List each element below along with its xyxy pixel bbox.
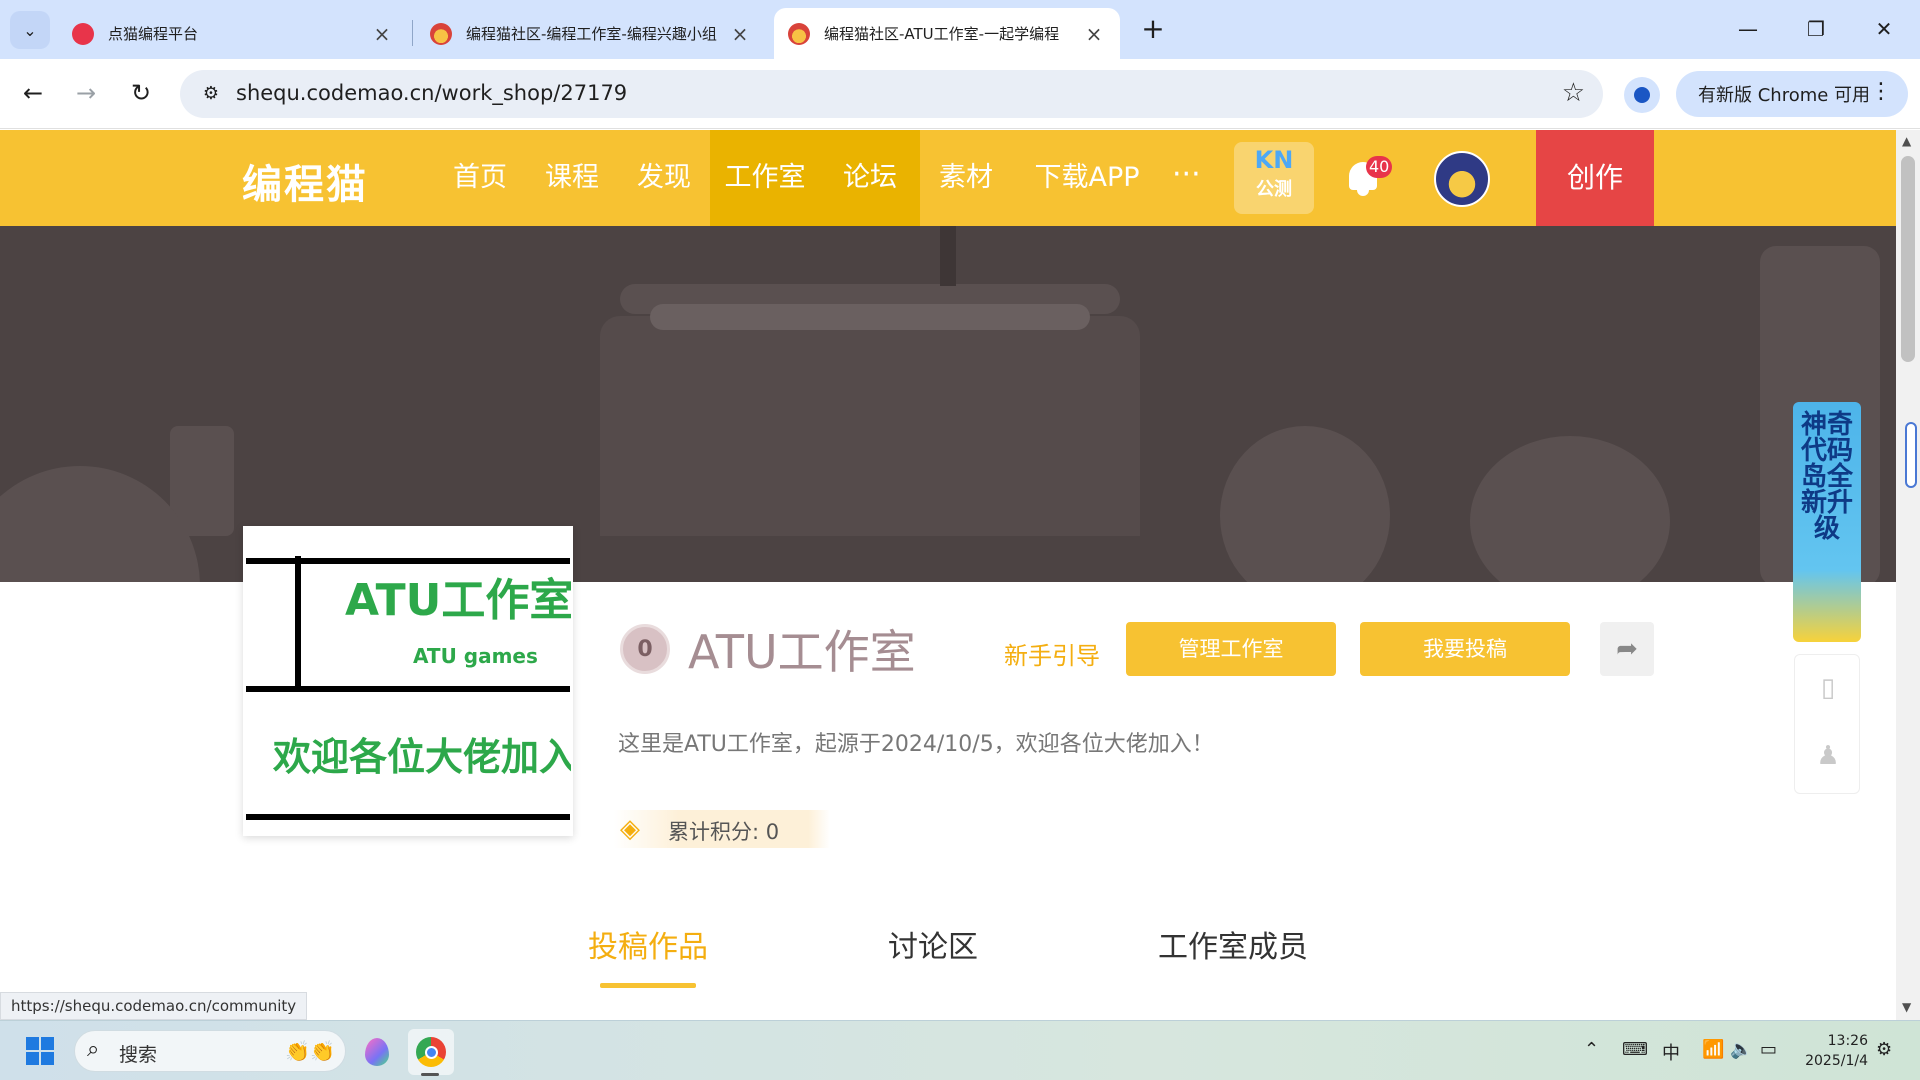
nav-download-app[interactable]: 下载APP — [1022, 130, 1152, 226]
user-avatar[interactable] — [1434, 151, 1490, 207]
minimize-window-icon[interactable]: — — [1718, 8, 1778, 50]
cover-subtitle: ATU games — [413, 644, 538, 668]
tab-discussion[interactable]: 讨论区 — [888, 922, 978, 966]
search-highlight-hands-icon: 👏👏 — [285, 1039, 335, 1063]
close-window-icon[interactable]: ✕ — [1854, 8, 1914, 50]
create-button[interactable]: 创作 — [1536, 130, 1654, 226]
taskbar-clock[interactable]: 13:26 2025/1/4 — [1786, 1031, 1868, 1071]
kn-beta-label: 公测 — [1256, 179, 1292, 200]
ime-mode-indicator[interactable]: 中 — [1662, 1039, 1680, 1065]
nav-courses[interactable]: 课程 — [528, 130, 616, 226]
browser-tab-strip: ⌄ 点猫编程平台 × 编程猫社区-编程工作室-编程兴趣小组 × 编程猫社区-AT… — [0, 0, 1920, 59]
taskbar-search-placeholder: 搜索 — [119, 1044, 158, 1066]
cover-title: ATU工作室 — [345, 575, 571, 626]
nav-more-ellipsis-icon[interactable]: ··· — [1172, 130, 1201, 220]
studio-description: 这里是ATU工作室，起源于2024/10/5，欢迎各位大佬加入！ — [618, 732, 1214, 757]
taskbar-chrome-icon[interactable] — [408, 1029, 454, 1075]
keyboard-icon[interactable]: ⌨ — [1622, 1039, 1648, 1060]
codemao-logo[interactable]: 编程猫 — [242, 152, 368, 210]
close-tab-icon[interactable]: × — [1082, 22, 1106, 46]
update-chip-label: 有新版 Chrome 可用 — [1698, 85, 1871, 106]
address-bar[interactable]: ⚙ shequ.codemao.cn/work_shop/27179 ☆ — [180, 70, 1603, 118]
active-app-indicator — [421, 1073, 439, 1076]
mobile-phone-icon[interactable]: ▯ — [1810, 670, 1846, 706]
browser-tab-3-active[interactable]: 编程猫社区-ATU工作室-一起学编程 × — [774, 8, 1120, 59]
score-label: 累计积分: 0 — [668, 820, 780, 844]
battery-icon[interactable]: ▭ — [1760, 1039, 1777, 1060]
wifi-icon[interactable]: 📶 — [1702, 1039, 1724, 1060]
close-tab-icon[interactable]: × — [370, 22, 394, 46]
restore-window-icon[interactable]: ❐ — [1786, 8, 1846, 50]
qq-penguin-icon[interactable]: ♟ — [1810, 738, 1846, 774]
forward-arrow-icon[interactable]: → — [66, 73, 106, 113]
profile-avatar-icon[interactable] — [1624, 77, 1660, 113]
tab-search-chevron-icon[interactable]: ⌄ — [10, 11, 50, 49]
tab-submitted-works[interactable]: 投稿作品 — [588, 922, 708, 966]
windows-taskbar: ⌕ 搜索 👏👏 ⌃ ⌨ 中 📶 🔈 ▭ 13:26 2025/1/4 ⚙ — [0, 1020, 1920, 1080]
taskbar-app-drop-icon[interactable] — [354, 1029, 400, 1075]
browser-tab-title: 点猫编程平台 — [108, 25, 199, 43]
submit-work-button[interactable]: 我要投稿 — [1360, 622, 1570, 676]
studio-name: ATU工作室 — [688, 625, 916, 679]
url-text[interactable]: shequ.codemao.cn/work_shop/27179 — [236, 81, 627, 105]
scrollbar-thumb[interactable] — [1901, 156, 1915, 362]
banner-decoration — [600, 316, 1140, 536]
nav-studio[interactable]: 工作室 — [710, 130, 820, 226]
banner-decoration — [1220, 426, 1390, 582]
banner-decoration — [650, 304, 1090, 330]
nav-materials[interactable]: 素材 — [920, 130, 1012, 226]
page-viewport: 编程猫 首页 课程 发现 工作室 论坛 素材 下载APP ··· KN 公测 4… — [0, 130, 1896, 1020]
bookmark-star-icon[interactable]: ☆ — [1562, 78, 1585, 108]
studio-level-badge-icon: 0 — [620, 624, 670, 674]
share-arrow-icon[interactable]: ➦ — [1600, 622, 1654, 676]
page-scrollbar[interactable]: ▲ ▼ — [1896, 130, 1920, 1020]
scroll-up-arrow-icon[interactable]: ▲ — [1902, 134, 1911, 148]
reload-icon[interactable]: ↻ — [121, 73, 161, 113]
studio-cover-image: ATU工作室 ATU games 欢迎各位大佬加入 — [243, 526, 573, 836]
diamond-icon: ◈ — [620, 814, 640, 844]
search-icon: ⌕ — [87, 1037, 100, 1062]
banner-decoration — [1470, 436, 1670, 582]
back-arrow-icon[interactable]: ← — [13, 73, 53, 113]
browser-tab-title: 编程猫社区-ATU工作室-一起学编程 — [824, 25, 1060, 43]
status-bar-url: https://shequ.codemao.cn/community — [0, 992, 308, 1020]
codemao-cat-favicon-icon — [430, 22, 452, 45]
nav-home[interactable]: 首页 — [436, 130, 524, 226]
codemao-platform-favicon-icon — [72, 22, 94, 45]
tab-divider — [412, 20, 413, 46]
site-header: 编程猫 首页 课程 发现 工作室 论坛 素材 下载APP ··· KN 公测 4… — [0, 130, 1896, 226]
clock-time: 13:26 — [1827, 1033, 1868, 1049]
active-tab-underline — [600, 983, 696, 988]
notification-center-icon[interactable]: ⚙ — [1876, 1039, 1892, 1060]
kn-label: KN — [1254, 146, 1294, 174]
speaker-icon[interactable]: 🔈 — [1730, 1039, 1752, 1060]
browser-tab-1[interactable]: 点猫编程平台 × — [58, 8, 408, 59]
close-tab-icon[interactable]: × — [728, 22, 752, 46]
kebab-menu-icon[interactable]: ⋮ — [1870, 79, 1892, 104]
overlay-scroll-indicator[interactable] — [1905, 422, 1917, 488]
browser-tab-2[interactable]: 编程猫社区-编程工作室-编程兴趣小组 × — [416, 8, 766, 59]
notification-count-badge: 40 — [1366, 156, 1393, 178]
nav-discover[interactable]: 发现 — [620, 130, 708, 226]
taskbar-search-box[interactable]: ⌕ 搜索 👏👏 — [74, 1030, 346, 1072]
cover-welcome-text: 欢迎各位大佬加入 — [273, 735, 571, 779]
nav-forum[interactable]: 论坛 — [820, 130, 920, 226]
windows-start-icon[interactable] — [26, 1037, 54, 1065]
beginner-guide-link[interactable]: 新手引导 — [1004, 636, 1100, 671]
codemao-cat-favicon-icon — [788, 22, 810, 45]
scroll-down-arrow-icon[interactable]: ▼ — [1902, 1000, 1911, 1014]
chrome-update-button[interactable]: 有新版 Chrome 可用 ⋮ — [1676, 71, 1908, 117]
banner-decoration — [940, 226, 956, 286]
site-info-tune-icon[interactable]: ⚙ — [198, 81, 224, 107]
tray-overflow-chevron-icon[interactable]: ⌃ — [1584, 1039, 1599, 1060]
tab-members[interactable]: 工作室成员 — [1158, 922, 1308, 966]
studio-score-badge: ◈ 累计积分: 0 — [614, 810, 830, 848]
code-island-side-ad[interactable]: 神奇代码岛全新升级 — [1793, 402, 1861, 642]
kn-beta-button[interactable]: KN 公测 — [1234, 142, 1314, 214]
browser-toolbar: ← → ↻ ⚙ shequ.codemao.cn/work_shop/27179… — [0, 59, 1920, 129]
manage-studio-button[interactable]: 管理工作室 — [1126, 622, 1336, 676]
clock-date: 2025/1/4 — [1805, 1053, 1868, 1069]
new-tab-plus-icon[interactable]: + — [1136, 12, 1170, 46]
browser-tab-title: 编程猫社区-编程工作室-编程兴趣小组 — [466, 25, 717, 43]
